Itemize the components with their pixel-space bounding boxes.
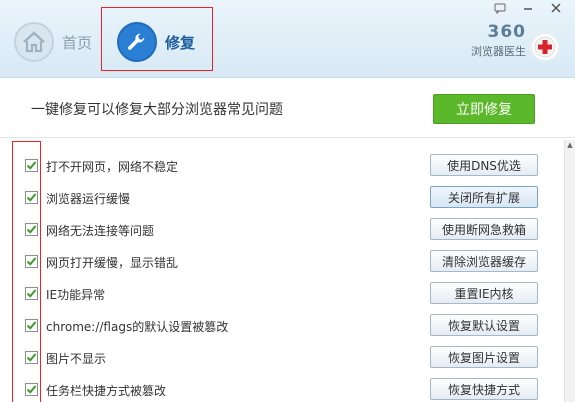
list-item: 网络无法连接等问题 使用断网急救箱 xyxy=(0,214,575,246)
fix-button[interactable]: 恢复图片设置 xyxy=(430,346,538,368)
fix-button[interactable]: 清除浏览器缓存 xyxy=(430,250,538,272)
list-item: chrome://flags的默认设置被篡改 恢复默认设置 xyxy=(0,310,575,342)
tab-home[interactable]: 首页 xyxy=(14,14,92,70)
fix-button[interactable]: 恢复快捷方式 xyxy=(430,378,538,400)
brand-block: 360 浏览器医生 xyxy=(462,22,526,59)
issue-label: 浏览器运行缓慢 xyxy=(46,192,131,206)
brand-number: 360 xyxy=(487,22,526,42)
medical-cross-icon xyxy=(530,32,560,62)
list-item: 打不开网页，网络不稳定 使用DNS优选 xyxy=(0,150,575,182)
close-icon[interactable] xyxy=(545,0,567,16)
issue-label: IE功能异常 xyxy=(46,288,106,302)
list-item: IE功能异常 重置IE内核 xyxy=(0,278,575,310)
home-icon xyxy=(14,22,54,62)
fix-button[interactable]: 关闭所有扩展 xyxy=(430,186,538,208)
issue-label: chrome://flags的默认设置被篡改 xyxy=(46,320,229,334)
scrollbar[interactable]: ▲ xyxy=(564,140,575,402)
list-item: 任务栏快捷方式被篡改 恢复快捷方式 xyxy=(0,374,575,402)
window-controls xyxy=(489,0,567,16)
header-bar: 首页 修复 360 浏览器医生 xyxy=(0,0,575,78)
repair-now-button[interactable]: 立即修复 xyxy=(433,94,535,124)
banner-description: 一键修复可以修复大部分浏览器常见问题 xyxy=(31,102,283,118)
fix-button[interactable]: 恢复默认设置 xyxy=(430,314,538,336)
tab-home-label: 首页 xyxy=(62,33,93,52)
feedback-icon[interactable] xyxy=(489,0,511,16)
issue-label: 图片不显示 xyxy=(46,352,107,366)
minimize-icon[interactable] xyxy=(517,0,539,16)
issue-label: 网页打开缓慢，显示错乱 xyxy=(46,256,179,270)
fix-button[interactable]: 使用断网急救箱 xyxy=(430,218,538,240)
list-item: 浏览器运行缓慢 关闭所有扩展 xyxy=(0,182,575,214)
fix-button[interactable]: 重置IE内核 xyxy=(430,282,538,304)
issue-label: 任务栏快捷方式被篡改 xyxy=(46,384,167,398)
brand-name: 浏览器医生 xyxy=(471,45,526,58)
tab-highlight-frame xyxy=(101,7,213,71)
divider xyxy=(0,137,575,138)
list-item: 图片不显示 恢复图片设置 xyxy=(0,342,575,374)
issue-label: 打不开网页，网络不稳定 xyxy=(46,160,179,174)
list-item: 网页打开缓慢，显示错乱 清除浏览器缓存 xyxy=(0,246,575,278)
fix-button[interactable]: 使用DNS优选 xyxy=(430,154,538,176)
checkbox-highlight-frame xyxy=(12,141,41,402)
scroll-up-icon[interactable]: ▲ xyxy=(565,140,575,150)
issue-label: 网络无法连接等问题 xyxy=(46,224,155,238)
